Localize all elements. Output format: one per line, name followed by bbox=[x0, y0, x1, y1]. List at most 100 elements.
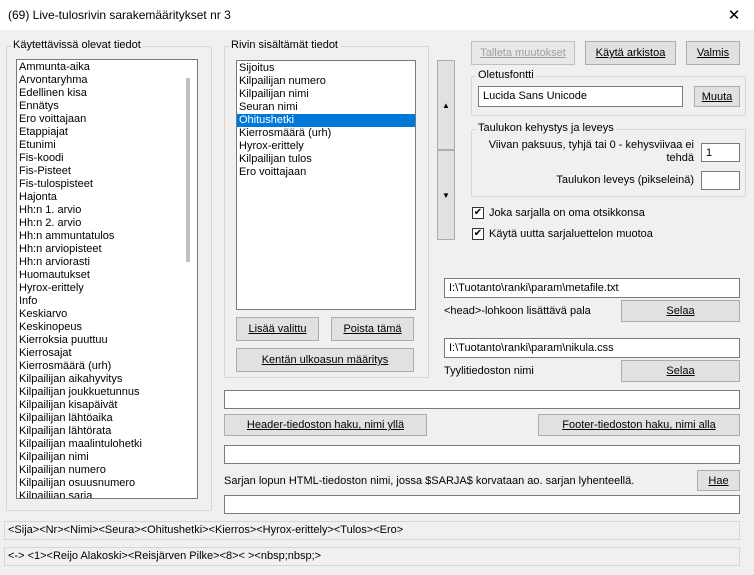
list-item[interactable]: Hh:n ammuntatulos bbox=[17, 230, 183, 243]
footer-search-label: Footer-tiedoston haku, nimi alla bbox=[562, 419, 716, 431]
list-item[interactable]: Etappiajat bbox=[17, 126, 183, 139]
field-look-label: Kentän ulkoasun määritys bbox=[261, 354, 389, 366]
list-item[interactable]: Kierrosmäärä (urh) bbox=[17, 360, 183, 373]
preview-header-row: <Sija><Nr><Nimi><Seura><Ohitushetki><Kie… bbox=[4, 521, 740, 540]
save-changes-label: Talleta muutokset bbox=[480, 47, 566, 59]
list-item[interactable]: Keskinopeus bbox=[17, 321, 183, 334]
css-file-field[interactable]: I:\Tuotanto\ranki\param\nikula.css bbox=[444, 338, 740, 358]
title-bar: (69) Live-tulosrivin sarakemääritykset n… bbox=[0, 0, 754, 30]
list-item[interactable]: Kierrosajat bbox=[17, 347, 183, 360]
table-width-label: Taulukon leveys (pikseleinä) bbox=[556, 174, 694, 186]
new-list-format-label: Käytä uutta sarjaluettelon muotoa bbox=[489, 228, 653, 240]
remove-button[interactable]: Poista tämä bbox=[331, 317, 414, 341]
list-item[interactable]: Info bbox=[17, 295, 183, 308]
own-header-label: Joka sarjalla on oma otsikkonsa bbox=[489, 207, 645, 219]
list-item[interactable]: Huomautukset bbox=[17, 269, 183, 282]
field-look-button[interactable]: Kentän ulkoasun määritys bbox=[236, 348, 414, 372]
table-width-field[interactable] bbox=[701, 171, 740, 190]
default-font-legend: Oletusfontti bbox=[476, 69, 536, 81]
available-scrollbar-thumb[interactable] bbox=[186, 78, 190, 262]
list-item[interactable]: Kilpailijan numero bbox=[17, 464, 183, 477]
list-item[interactable]: Etunimi bbox=[17, 139, 183, 152]
list-item[interactable]: Hh:n arviopisteet bbox=[17, 243, 183, 256]
table-border-legend: Taulukon kehystys ja leveys bbox=[476, 122, 616, 134]
change-font-label: Muuta bbox=[701, 90, 733, 103]
list-item[interactable]: Hh:n arviorasti bbox=[17, 256, 183, 269]
ready-button[interactable]: Valmis bbox=[686, 41, 740, 65]
list-item[interactable]: Keskiarvo bbox=[17, 308, 183, 321]
list-item[interactable]: Ero voittajaan bbox=[237, 166, 415, 179]
new-list-format-checkbox[interactable]: ✔ bbox=[472, 228, 484, 240]
list-item[interactable]: Fis-koodi bbox=[17, 152, 183, 165]
footer-search-button[interactable]: Footer-tiedoston haku, nimi alla bbox=[538, 414, 740, 436]
list-item[interactable]: Ennätys bbox=[17, 100, 183, 113]
close-icon[interactable]: ✕ bbox=[714, 0, 754, 30]
series-end-label: Sarjan lopun HTML-tiedoston nimi, jossa … bbox=[224, 475, 635, 487]
browse-css-button[interactable]: Selaa bbox=[621, 360, 740, 382]
move-down-button[interactable]: ▼ bbox=[437, 150, 455, 240]
list-item[interactable]: Kilpailijan sarja bbox=[17, 490, 183, 498]
list-item[interactable]: Kilpailijan osuusnumero bbox=[17, 477, 183, 490]
preview-sample-row: <-> <1><Reijo Alakoski><Reisjärven Pilke… bbox=[4, 547, 740, 566]
list-item[interactable]: Sijoitus bbox=[237, 62, 415, 75]
list-item[interactable]: Fis-tulospisteet bbox=[17, 178, 183, 191]
list-item[interactable]: Hyrox-erittely bbox=[17, 282, 183, 295]
css-file-label: Tyylitiedoston nimi bbox=[444, 365, 534, 377]
meta-file-field[interactable]: I:\Tuotanto\ranki\param\metafile.txt bbox=[444, 278, 740, 298]
list-item[interactable]: Kilpailijan numero bbox=[237, 75, 415, 88]
list-item[interactable]: Hh:n 2. arvio bbox=[17, 217, 183, 230]
list-item[interactable]: Kilpailijan nimi bbox=[17, 451, 183, 464]
check-icon: ✔ bbox=[473, 228, 483, 239]
list-item[interactable]: Kilpailijan nimi bbox=[237, 88, 415, 101]
list-item[interactable]: Hh:n 1. arvio bbox=[17, 204, 183, 217]
list-item[interactable]: Arvontaryhma bbox=[17, 74, 183, 87]
list-item[interactable]: Edellinen kisa bbox=[17, 87, 183, 100]
fetch-button[interactable]: Hae bbox=[697, 470, 740, 491]
meta-file-label: <head>-lohkoon lisättävä pala bbox=[444, 305, 591, 317]
save-changes-button[interactable]: Talleta muutokset bbox=[471, 41, 575, 65]
arrow-up-icon: ▲ bbox=[442, 100, 450, 110]
list-item[interactable]: Kierrosmäärä (urh) bbox=[237, 127, 415, 140]
list-item[interactable]: Ero voittajaan bbox=[17, 113, 183, 126]
list-item[interactable]: Kilpailijan maalintulohetki bbox=[17, 438, 183, 451]
browse-meta-label: Selaa bbox=[666, 305, 695, 317]
available-fields-list[interactable]: Ammunta-aika Arvontaryhma Edellinen kisa En… bbox=[16, 59, 198, 499]
add-selected-button[interactable]: Lisää valittu bbox=[236, 317, 319, 341]
list-item[interactable]: Kilpailijan joukkuetunnus bbox=[17, 386, 183, 399]
row-fields-list[interactable]: Sijoitus Kilpailijan numero Kilpailijan ni… bbox=[236, 60, 416, 310]
footer-file-field[interactable] bbox=[224, 445, 740, 464]
series-end-field[interactable] bbox=[224, 495, 740, 514]
row-fields-legend: Rivin sisältämät tiedot bbox=[229, 39, 340, 51]
move-up-button[interactable]: ▲ bbox=[437, 60, 455, 150]
check-icon: ✔ bbox=[473, 207, 483, 218]
list-item[interactable]: Seuran nimi bbox=[237, 101, 415, 114]
line-thickness-text: Viivan paksuus, tyhjä tai 0 - kehysviiva… bbox=[488, 139, 694, 164]
use-archive-button[interactable]: Käytä arkistoa bbox=[585, 41, 676, 65]
fetch-label: Hae bbox=[708, 474, 729, 487]
list-item[interactable]: Kilpailijan lähtörata bbox=[17, 425, 183, 438]
line-thickness-field[interactable]: 1 bbox=[701, 143, 740, 162]
list-item[interactable]: Kilpailijan aikahyvitys bbox=[17, 373, 183, 386]
arrow-down-icon: ▼ bbox=[442, 190, 450, 200]
line-thickness-label: Viivan paksuus, tyhjä tai 0 - kehysviiva… bbox=[480, 139, 694, 165]
list-item[interactable]: Hajonta bbox=[17, 191, 183, 204]
list-item[interactable]: Kilpailijan lähtöaika bbox=[17, 412, 183, 425]
list-item[interactable]: Ammunta-aika bbox=[17, 61, 183, 74]
window-title: (69) Live-tulosrivin sarakemääritykset n… bbox=[8, 8, 231, 22]
change-font-button[interactable]: Muuta bbox=[694, 86, 740, 107]
list-item[interactable]: Kilpailijan kisapäivät bbox=[17, 399, 183, 412]
own-header-checkbox[interactable]: ✔ bbox=[472, 207, 484, 219]
use-archive-label: Käytä arkistoa bbox=[595, 47, 666, 59]
list-item[interactable]: Hyrox-erittely bbox=[237, 140, 415, 153]
list-item[interactable]: Kierroksia puuttuu bbox=[17, 334, 183, 347]
add-selected-label: Lisää valittu bbox=[248, 323, 307, 335]
header-search-button[interactable]: Header-tiedoston haku, nimi yllä bbox=[224, 414, 427, 436]
default-font-field[interactable]: Lucida Sans Unicode bbox=[478, 86, 683, 107]
list-item[interactable]: Kilpailijan tulos bbox=[237, 153, 415, 166]
browse-meta-button[interactable]: Selaa bbox=[621, 300, 740, 322]
available-fields-legend: Käytettävissä olevat tiedot bbox=[11, 39, 143, 51]
list-item[interactable]: Fis-Pisteet bbox=[17, 165, 183, 178]
list-item[interactable]: Ohitushetki bbox=[237, 114, 415, 127]
header-file-field[interactable] bbox=[224, 390, 740, 409]
remove-label: Poista tämä bbox=[343, 323, 402, 335]
